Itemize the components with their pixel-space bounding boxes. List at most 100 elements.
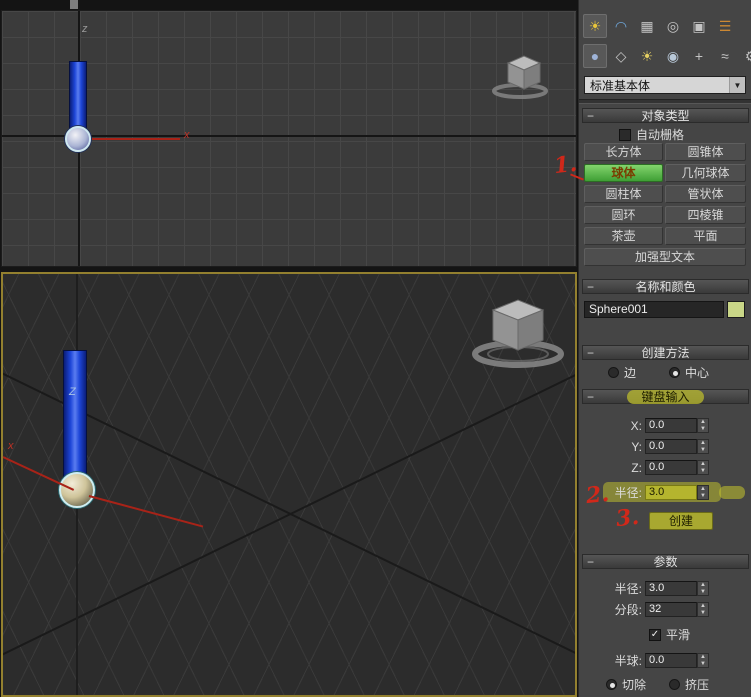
smooth-label: 平滑 xyxy=(666,628,691,642)
category-helpers[interactable]: + xyxy=(687,44,711,68)
category-shapes[interactable]: ◇ xyxy=(609,44,633,68)
spinner-down-icon: ▼ xyxy=(700,661,706,667)
create-tube-button[interactable]: 管状体 xyxy=(665,185,746,203)
center-radio[interactable] xyxy=(669,367,680,378)
spinner-down-icon: ▼ xyxy=(700,447,706,453)
spinner-up-icon: ▲ xyxy=(700,654,706,660)
category-cameras[interactable]: ◉ xyxy=(661,44,685,68)
primitive-type-dropdown[interactable]: 标准基本体 ▼ xyxy=(584,76,746,94)
keyboard-z-field[interactable]: 0.0 xyxy=(645,460,697,475)
create-cone-button[interactable]: 圆锥体 xyxy=(665,143,746,161)
create-geosphere-button[interactable]: 几何球体 xyxy=(665,164,746,182)
3dsmax-window: z x Z x ☀ ◠ ▦ ◎ ▣ ☰ ● ◇ ☀ ◉ + ≈ 标准基本体 ▼ … xyxy=(0,0,751,697)
param-hemisphere-spinner[interactable]: ▲ ▼ xyxy=(697,653,709,668)
autogrid-row: 自动栅格 xyxy=(619,126,684,143)
z-spinner[interactable]: ▲ ▼ xyxy=(697,460,709,475)
tab-display[interactable]: ▣ xyxy=(687,14,711,38)
param-radius-field[interactable]: 3.0 xyxy=(645,581,697,596)
tab-modify[interactable]: ◠ xyxy=(609,14,633,38)
smooth-row: ✓ 平滑 xyxy=(649,626,690,643)
annotation-step-2: 2. xyxy=(584,480,611,510)
rollout-creation-method[interactable]: − 创建方法 xyxy=(582,345,749,360)
viewport-perspective[interactable]: Z x xyxy=(1,272,577,697)
create-textplus-button[interactable]: 加强型文本 xyxy=(584,248,746,266)
param-radius-row: 半径: 3.0 ▲ ▼ xyxy=(579,580,751,597)
rollout-keyboard-entry[interactable]: − 键盘输入 xyxy=(582,389,749,404)
keyboard-y-field[interactable]: 0.0 xyxy=(645,439,697,454)
param-segments-spinner[interactable]: ▲ ▼ xyxy=(697,602,709,617)
edge-label: 边 xyxy=(624,366,637,380)
shapes-icon: ◇ xyxy=(615,47,627,64)
squash-radio[interactable] xyxy=(669,679,680,690)
smooth-checkbox[interactable]: ✓ xyxy=(649,628,661,641)
param-radius-spinner[interactable]: ▲ ▼ xyxy=(697,581,709,596)
chevron-down-icon: ▼ xyxy=(729,77,745,93)
y-axis-gizmo xyxy=(88,495,204,528)
keyboard-create-button[interactable]: 创建 xyxy=(649,512,713,530)
keyboard-y-row: Y: 0.0 ▲ ▼ xyxy=(579,438,751,455)
sphere-object[interactable] xyxy=(65,126,91,152)
grid-main-line xyxy=(3,363,575,695)
x-spinner[interactable]: ▲ ▼ xyxy=(697,418,709,433)
autogrid-checkbox[interactable] xyxy=(619,128,631,141)
center-radio-row: 中心 xyxy=(669,364,709,381)
y-label: Y: xyxy=(631,439,642,454)
rollout-parameters[interactable]: − 参数 xyxy=(582,554,749,569)
spinner-up-icon: ▲ xyxy=(700,419,706,425)
keyboard-x-field[interactable]: 0.0 xyxy=(645,418,697,433)
param-hemisphere-field[interactable]: 0.0 xyxy=(645,653,697,668)
rollout-name-color[interactable]: − 名称和颜色 xyxy=(582,279,749,294)
category-systems[interactable]: ⚙ xyxy=(739,44,751,68)
create-pyramid-button[interactable]: 四棱锥 xyxy=(665,206,746,224)
motion-icon: ◎ xyxy=(666,17,680,34)
viewcube[interactable] xyxy=(490,51,560,101)
keyboard-radius-field[interactable]: 3.0 xyxy=(645,485,697,500)
radius-label: 半径: xyxy=(614,582,642,596)
create-teapot-button[interactable]: 茶壶 xyxy=(584,227,663,245)
check-icon: ✓ xyxy=(650,629,660,640)
create-icon: ☀ xyxy=(588,17,602,34)
utilities-icon: ☰ xyxy=(718,17,732,34)
squash-radio-row: 挤压 xyxy=(669,676,709,693)
cylinder-object[interactable] xyxy=(69,61,87,129)
create-cylinder-button[interactable]: 圆柱体 xyxy=(584,185,663,203)
create-torus-button[interactable]: 圆环 xyxy=(584,206,663,224)
rollout-title: 名称和颜色 xyxy=(635,280,696,294)
tab-motion[interactable]: ◎ xyxy=(661,14,685,38)
category-lights[interactable]: ☀ xyxy=(635,44,659,68)
category-geometry[interactable]: ● xyxy=(583,44,607,68)
category-space-warps[interactable]: ≈ xyxy=(713,44,737,68)
collapse-icon: − xyxy=(587,346,595,360)
object-name-field[interactable]: Sphere001 xyxy=(584,301,724,318)
spinner-up-icon: ▲ xyxy=(700,486,706,492)
create-box-button[interactable]: 长方体 xyxy=(584,143,663,161)
spinner-up-icon: ▲ xyxy=(700,582,706,588)
dropdown-value: 标准基本体 xyxy=(590,78,651,93)
space-warps-icon: ≈ xyxy=(721,48,729,64)
modify-icon: ◠ xyxy=(614,17,628,34)
param-segments-field[interactable]: 32 xyxy=(645,602,697,617)
edge-radio[interactable] xyxy=(608,367,619,378)
create-plane-button[interactable]: 平面 xyxy=(665,227,746,245)
chop-label: 切除 xyxy=(622,678,647,692)
spinner-down-icon: ▼ xyxy=(700,589,706,595)
create-sphere-button[interactable]: 球体 xyxy=(584,164,663,182)
annotation-step-3: 3. xyxy=(614,503,641,533)
y-spinner[interactable]: ▲ ▼ xyxy=(697,439,709,454)
tab-utilities[interactable]: ☰ xyxy=(713,14,737,38)
tab-create[interactable]: ☀ xyxy=(583,14,607,38)
rollout-object-type[interactable]: − 对象类型 xyxy=(582,108,749,123)
rollout-title: 对象类型 xyxy=(641,109,690,123)
radius-spinner[interactable]: ▲ ▼ xyxy=(697,485,709,500)
hemisphere-label: 半球: xyxy=(614,654,642,668)
viewport-front[interactable]: z x xyxy=(1,10,577,267)
cylinder-object[interactable] xyxy=(63,350,87,482)
sphere-object[interactable] xyxy=(59,472,95,508)
viewcube[interactable] xyxy=(463,292,573,377)
chop-radio[interactable] xyxy=(606,679,617,690)
hierarchy-icon: ▦ xyxy=(640,17,654,34)
object-color-swatch[interactable] xyxy=(727,301,745,318)
tab-hierarchy[interactable]: ▦ xyxy=(635,14,659,38)
autogrid-label: 自动栅格 xyxy=(636,128,685,142)
command-panel: ☀ ◠ ▦ ◎ ▣ ☰ ● ◇ ☀ ◉ + ≈ ⚙ 标准基本体 ▼ − 对象类型 xyxy=(578,0,751,697)
